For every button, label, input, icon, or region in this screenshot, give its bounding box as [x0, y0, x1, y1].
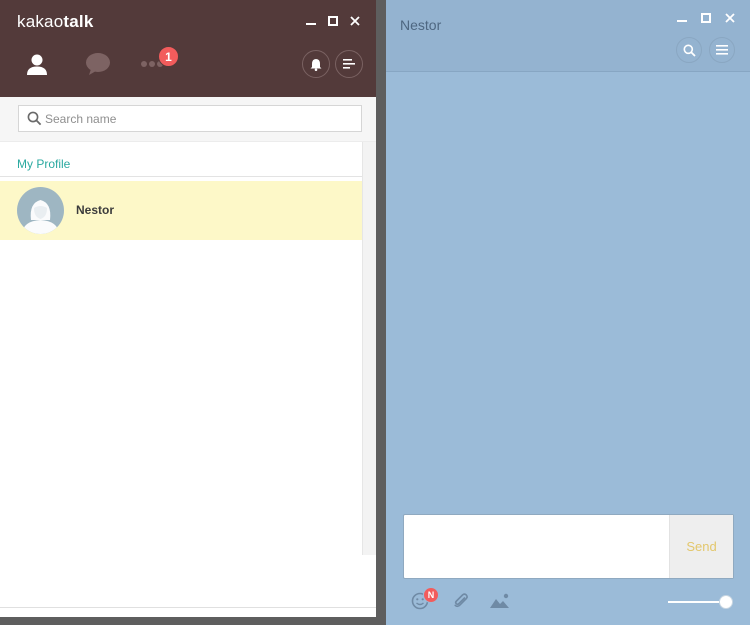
chat-title: Nestor	[400, 17, 442, 33]
chat-close-button[interactable]	[723, 11, 737, 25]
bell-icon	[310, 58, 322, 71]
logo-text-bold: talk	[63, 12, 94, 31]
default-avatar-icon	[22, 200, 59, 234]
opacity-slider[interactable]	[668, 594, 738, 610]
bottom-strip	[0, 555, 376, 617]
close-icon	[350, 16, 360, 26]
scrollbar[interactable]	[362, 142, 376, 555]
close-icon	[725, 13, 735, 23]
main-window: kakaotalk 1 Search name My Profile Nesto…	[0, 0, 376, 617]
maximize-button[interactable]	[326, 14, 340, 28]
emoticon-new-badge: N	[423, 587, 439, 603]
bottom-divider	[0, 607, 376, 608]
close-button[interactable]	[348, 14, 362, 28]
chat-window: Nestor Send	[386, 0, 750, 625]
search-box	[18, 105, 362, 132]
mountain-image-icon	[490, 593, 509, 608]
maximize-icon	[328, 16, 338, 26]
person-icon	[27, 54, 47, 75]
message-composer: Send	[403, 514, 734, 579]
tab-friends[interactable]	[21, 48, 53, 80]
app-logo: kakaotalk	[17, 12, 93, 32]
notification-button[interactable]	[302, 50, 330, 78]
maximize-icon	[701, 13, 711, 23]
logo-text-light: kakao	[17, 12, 64, 31]
search-input[interactable]	[45, 106, 355, 131]
profile-name: Nestor	[76, 203, 115, 217]
menu-lines-icon	[343, 59, 355, 69]
search-area	[0, 97, 376, 142]
search-icon	[683, 44, 696, 57]
friends-list: My Profile Nestor	[0, 142, 362, 555]
send-photo-button[interactable]	[489, 590, 511, 612]
message-input[interactable]	[404, 515, 669, 578]
chat-maximize-button[interactable]	[699, 11, 713, 25]
speech-bubble-icon	[86, 53, 110, 75]
minimize-icon	[306, 23, 316, 25]
menu-button[interactable]	[335, 50, 363, 78]
section-divider	[0, 176, 362, 177]
hamburger-icon	[716, 45, 728, 55]
avatar	[17, 187, 64, 234]
chat-header: Nestor	[386, 0, 750, 72]
chat-menu-button[interactable]	[709, 37, 735, 63]
chat-search-button[interactable]	[676, 37, 702, 63]
more-notification-badge: 1	[158, 46, 179, 67]
slider-thumb[interactable]	[719, 595, 733, 609]
search-icon	[27, 111, 43, 127]
tab-chats[interactable]	[82, 48, 114, 80]
message-area	[386, 73, 750, 503]
minimize-icon	[677, 20, 687, 22]
main-header: kakaotalk 1	[0, 0, 376, 97]
minimize-button[interactable]	[304, 14, 318, 28]
send-button[interactable]: Send	[669, 515, 733, 578]
chat-minimize-button[interactable]	[675, 11, 689, 25]
section-title-my-profile: My Profile	[17, 157, 71, 171]
attach-file-button[interactable]	[450, 590, 472, 612]
paperclip-icon	[454, 593, 468, 608]
my-profile-row[interactable]: Nestor	[0, 181, 362, 240]
